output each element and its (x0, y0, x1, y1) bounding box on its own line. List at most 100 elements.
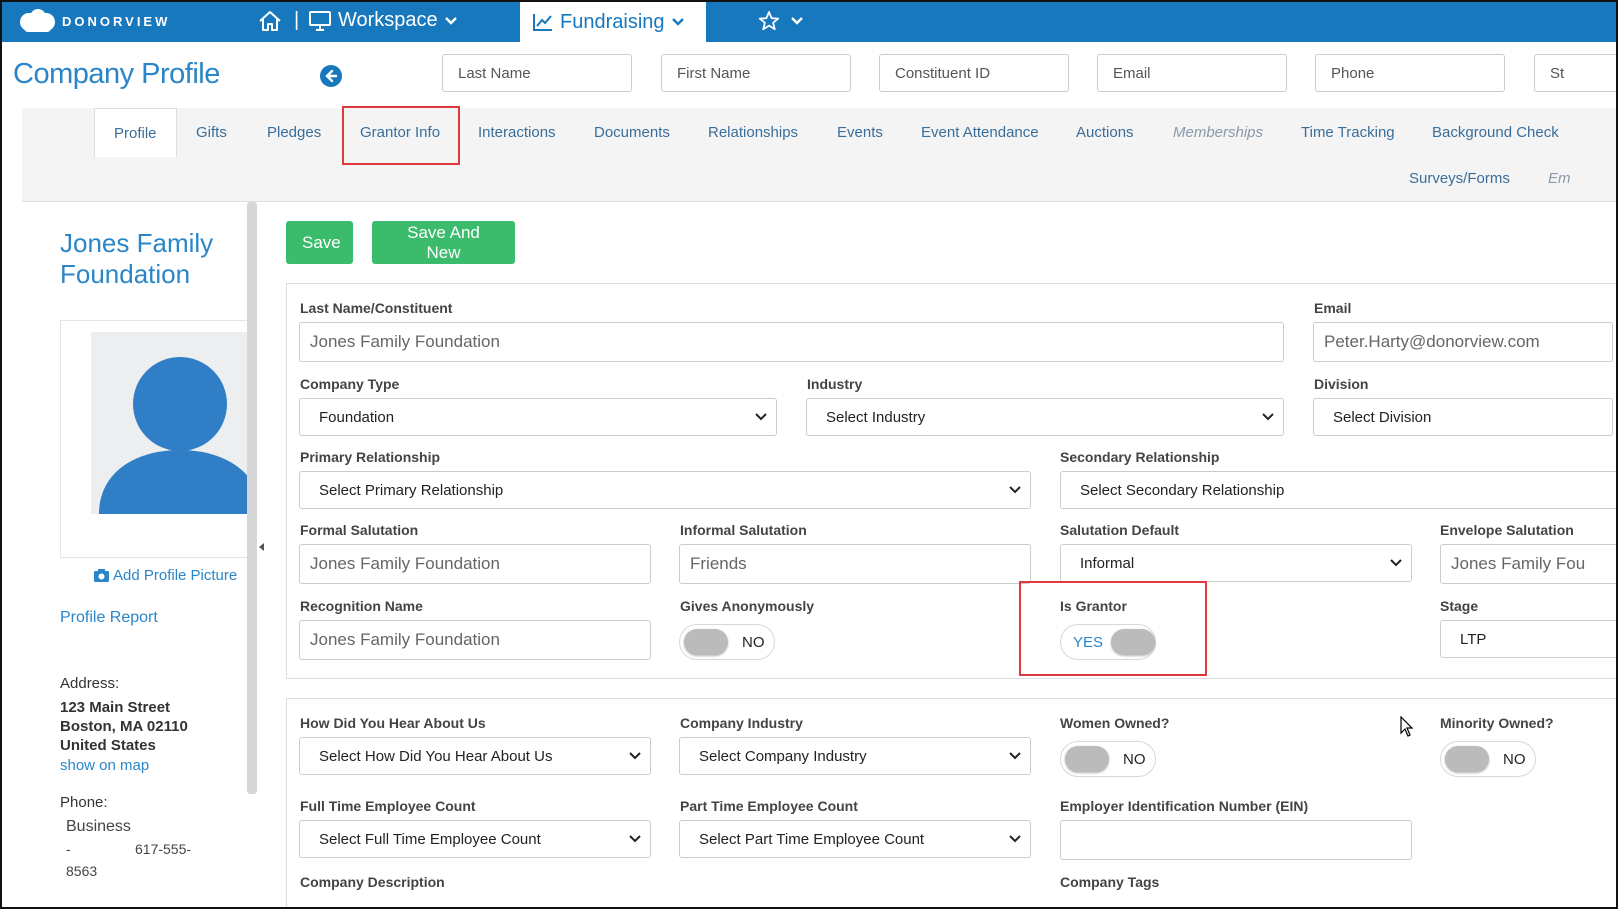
stage-select[interactable]: LTP (1440, 620, 1616, 658)
email-input[interactable]: Peter.Harty@donorview.com (1313, 322, 1613, 362)
tab-relationships[interactable]: Relationships (708, 124, 798, 141)
save-button[interactable]: Save (286, 221, 353, 264)
primary-relationship-label: Primary Relationship (300, 449, 441, 465)
ein-input[interactable] (1060, 820, 1412, 860)
tab-time-tracking[interactable]: Time Tracking (1301, 124, 1395, 141)
tab-interactions[interactable]: Interactions (478, 124, 556, 141)
constituent-name-line2: Foundation (60, 259, 191, 289)
sidebar-scrollbar[interactable] (247, 202, 257, 794)
phone-type: Business (66, 818, 131, 835)
toggle-knob (684, 629, 728, 655)
formal-salutation-input[interactable]: Jones Family Foundation (299, 544, 651, 584)
women-owned-toggle[interactable]: NO (1060, 741, 1156, 777)
tab-event-attendance[interactable]: Event Attendance (921, 124, 1039, 141)
company-industry-select[interactable]: Select Company Industry (679, 737, 1031, 775)
show-on-map-link[interactable]: show on map (60, 757, 149, 774)
nav-separator: | (294, 9, 300, 31)
search-constituent-id-input[interactable] (879, 54, 1069, 92)
chevron-down-icon (755, 413, 767, 421)
chevron-down-icon (791, 17, 803, 25)
address-country: United States (60, 737, 156, 754)
chevron-down-icon (671, 18, 684, 26)
secondary-relationship-select[interactable]: Select Secondary Relationship (1060, 471, 1616, 509)
workspace-menu[interactable]: Workspace (308, 9, 458, 32)
tab-memberships[interactable]: Memberships (1173, 124, 1263, 141)
search-first-name-input[interactable] (661, 54, 851, 92)
industry-value: Select Industry (826, 408, 926, 426)
company-tags-label: Company Tags (1060, 874, 1160, 890)
recognition-name-label: Recognition Name (300, 598, 423, 614)
search-last-name-input[interactable] (442, 54, 632, 92)
company-description-label: Company Description (300, 874, 445, 890)
back-arrow-icon[interactable] (320, 65, 342, 87)
profile-report-link[interactable]: Profile Report (60, 609, 158, 627)
profile-tabs: Profile Gifts Pledges Grantor Info Inter… (22, 108, 1616, 202)
toggle-knob (1065, 746, 1109, 772)
tab-gifts[interactable]: Gifts (196, 124, 227, 141)
envelope-salutation-input[interactable]: Jones Family Fou (1440, 544, 1616, 584)
full-time-count-value: Select Full Time Employee Count (319, 830, 541, 848)
add-profile-picture-link[interactable]: Add Profile Picture (94, 567, 237, 584)
women-owned-label: Women Owned? (1060, 715, 1170, 731)
gives-anonymously-toggle[interactable]: NO (679, 624, 775, 660)
address-city: Boston, MA 02110 (60, 718, 188, 735)
tab-auctions[interactable]: Auctions (1076, 124, 1134, 141)
tab-pledges[interactable]: Pledges (267, 124, 321, 141)
search-phone-input[interactable] (1315, 54, 1505, 92)
informal-salutation-input[interactable]: Friends (679, 544, 1031, 584)
last-name-label: Last Name/Constituent (300, 300, 453, 316)
tab-background-check[interactable]: Background Check (1432, 124, 1559, 141)
last-name-input[interactable]: Jones Family Foundation (299, 322, 1284, 362)
ein-label: Employer Identification Number (EIN) (1060, 798, 1309, 814)
informal-salutation-label: Informal Salutation (680, 522, 807, 538)
secondary-relationship-label: Secondary Relationship (1060, 449, 1220, 465)
tab-surveys-forms[interactable]: Surveys/Forms (1409, 170, 1510, 187)
tab-documents[interactable]: Documents (594, 124, 670, 141)
chevron-down-icon (444, 16, 457, 25)
toggle-knob (1445, 746, 1489, 772)
home-icon[interactable] (258, 10, 282, 32)
secondary-relationship-value: Select Secondary Relationship (1080, 481, 1285, 499)
phone-label: Phone: (60, 794, 108, 811)
chevron-down-icon (1009, 752, 1021, 760)
save-and-new-button[interactable]: Save And New (372, 221, 515, 264)
minority-owned-value: NO (1503, 751, 1526, 768)
arrow-left-icon (325, 69, 338, 83)
salutation-default-select[interactable]: Informal (1060, 544, 1412, 582)
address-label: Address: (60, 675, 120, 692)
donorview-logo[interactable]: DONORVIEW (18, 8, 170, 34)
search-street-input[interactable] (1534, 54, 1616, 92)
salutation-default-label: Salutation Default (1060, 522, 1180, 538)
chevron-down-icon (1009, 835, 1021, 843)
favorites-menu[interactable] (758, 10, 804, 32)
company-type-select[interactable]: Foundation (299, 398, 777, 436)
division-label: Division (1314, 376, 1369, 392)
hear-about-us-select[interactable]: Select How Did You Hear About Us (299, 737, 651, 775)
search-email-input[interactable] (1097, 54, 1287, 92)
tab-events[interactable]: Events (837, 124, 883, 141)
full-time-count-select[interactable]: Select Full Time Employee Count (299, 820, 651, 858)
industry-select[interactable]: Select Industry (806, 398, 1284, 436)
primary-relationship-select[interactable]: Select Primary Relationship (299, 471, 1031, 509)
minority-owned-toggle[interactable]: NO (1440, 741, 1536, 777)
collapse-sidebar-icon[interactable] (259, 543, 264, 551)
formal-salutation-label: Formal Salutation (300, 522, 419, 538)
hear-about-us-value: Select How Did You Hear About Us (319, 747, 553, 765)
top-nav-bar: DONORVIEW | Workspace Fundraising (2, 2, 1616, 42)
full-time-count-label: Full Time Employee Count (300, 798, 476, 814)
gives-anonymously-label: Gives Anonymously (680, 598, 815, 614)
tab-em-overflow[interactable]: Em (1548, 170, 1571, 187)
company-industry-label: Company Industry (680, 715, 803, 731)
constituent-name-line1: Jones Family (60, 228, 214, 258)
industry-label: Industry (807, 376, 863, 392)
part-time-count-select[interactable]: Select Part Time Employee Count (679, 820, 1031, 858)
logo-mark-icon (20, 9, 55, 32)
grantor-info-highlight (342, 106, 460, 165)
part-time-count-value: Select Part Time Employee Count (699, 830, 925, 848)
tab-profile[interactable]: Profile (94, 108, 177, 157)
recognition-name-input[interactable]: Jones Family Foundation (299, 620, 651, 660)
fundraising-menu[interactable]: Fundraising (520, 2, 706, 42)
constituent-name: Jones Family Foundation (60, 228, 240, 290)
division-select[interactable]: Select Division (1313, 398, 1613, 436)
women-owned-value: NO (1123, 751, 1146, 768)
